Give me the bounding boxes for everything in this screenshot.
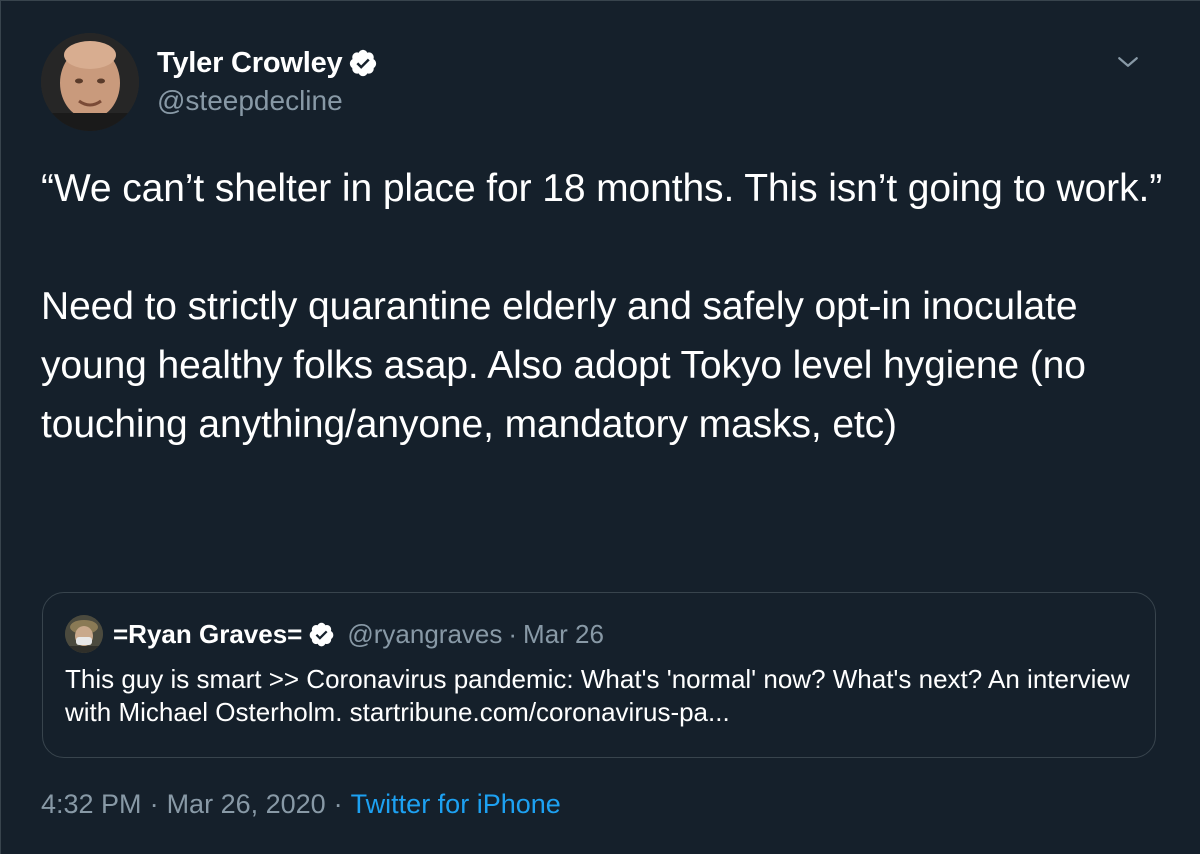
tweet-meta: 4:32 PM · Mar 26, 2020 · Twitter for iPh… <box>41 789 561 820</box>
quoted-avatar-image <box>65 615 103 653</box>
quoted-author-avatar <box>65 615 103 653</box>
quoted-tweet-header: =Ryan Graves= @ryangraves · Mar 26 <box>65 615 604 653</box>
quoted-author-display-name[interactable]: =Ryan Graves= <box>113 619 302 650</box>
quoted-separator: · <box>508 618 518 649</box>
chevron-down-icon[interactable] <box>1113 47 1143 77</box>
verified-badge-icon <box>350 49 377 77</box>
tweet-card: Tyler Crowley @steepdecline “We can’t sh… <box>0 0 1200 854</box>
meta-separator: · <box>149 789 159 819</box>
avatar-image <box>41 33 139 131</box>
author-avatar[interactable] <box>41 33 139 131</box>
tweet-source-link[interactable]: Twitter for iPhone <box>351 789 561 820</box>
author-display-name[interactable]: Tyler Crowley <box>157 47 343 80</box>
tweet-date[interactable]: Mar 26, 2020 <box>167 789 326 820</box>
quoted-tweet-text: This guy is smart >> Coronavirus pandemi… <box>65 664 1130 727</box>
verified-badge-icon <box>310 622 334 646</box>
tweet-header: Tyler Crowley @steepdecline <box>41 33 1161 133</box>
quoted-date: Mar 26 <box>523 618 604 649</box>
tweet-text: “We can’t shelter in place for 18 months… <box>41 167 1163 446</box>
meta-separator: · <box>333 789 343 819</box>
author-handle[interactable]: @steepdecline <box>157 85 378 117</box>
tweet-time[interactable]: 4:32 PM <box>41 789 142 820</box>
quoted-tweet[interactable]: =Ryan Graves= @ryangraves · Mar 26 This … <box>42 592 1156 758</box>
display-name-row: Tyler Crowley <box>157 45 378 81</box>
quoted-author-handle: @ryangraves <box>347 618 503 649</box>
user-block: Tyler Crowley @steepdecline <box>157 45 378 117</box>
